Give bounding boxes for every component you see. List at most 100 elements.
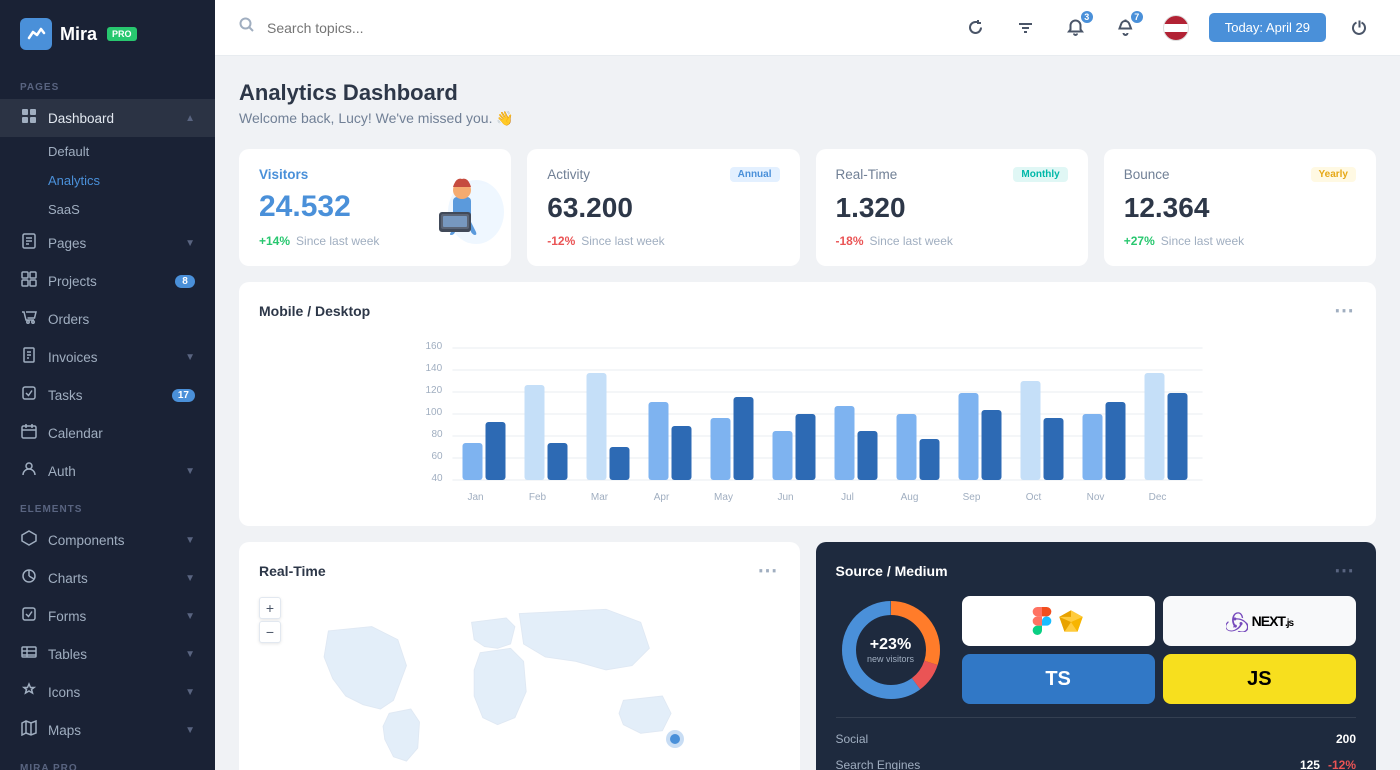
icons-label: Icons (48, 685, 175, 700)
activity-value: 63.200 (547, 192, 779, 224)
svg-text:80: 80 (432, 429, 444, 440)
social-value: 200 (1336, 732, 1356, 746)
tasks-icon (20, 385, 38, 405)
auth-chevron: ▼ (185, 466, 195, 477)
svg-text:140: 140 (426, 363, 443, 374)
sidebar-item-dashboard[interactable]: Dashboard ▲ (0, 99, 215, 137)
donut-percent: +23% (867, 636, 914, 654)
notifications-button[interactable]: 3 (1059, 11, 1093, 45)
source-menu-button[interactable]: ⋯ (1334, 558, 1356, 583)
pro-badge: PRO (107, 27, 137, 41)
realtime-since: Since last week (870, 234, 953, 248)
sidebar-item-calendar[interactable]: Calendar (0, 414, 215, 452)
power-button[interactable] (1342, 11, 1376, 45)
svg-text:Dec: Dec (1149, 492, 1167, 503)
bounce-badge: Yearly (1311, 167, 1356, 182)
source-row-social: Social 200 (836, 726, 1357, 752)
map-menu-button[interactable]: ⋯ (758, 558, 780, 583)
filter-button[interactable] (1009, 11, 1043, 45)
sidebar-item-projects[interactable]: Projects 8 (0, 262, 215, 300)
main-area: 3 7 Today: April 29 Analytics Dashboard … (215, 0, 1400, 770)
map-marker (670, 734, 680, 744)
activity-header: Activity Annual (547, 167, 779, 182)
activity-since: Since last week (581, 234, 664, 248)
calendar-icon (20, 423, 38, 443)
sidebar-item-forms[interactable]: Forms ▼ (0, 597, 215, 635)
nextjs-text: NEXT.js (1252, 613, 1293, 629)
logo-icon (20, 18, 52, 50)
sidebar-item-tables[interactable]: Tables ▼ (0, 635, 215, 673)
projects-badge: 8 (175, 275, 195, 288)
map-zoom-in[interactable]: + (259, 597, 281, 619)
search-icon (239, 17, 255, 38)
svg-text:60: 60 (432, 451, 444, 462)
map-zoom-out[interactable]: − (259, 621, 281, 643)
chat-badge: 3 (1079, 9, 1095, 25)
svg-text:Sep: Sep (963, 492, 981, 503)
tables-label: Tables (48, 647, 175, 662)
sidebar-item-charts[interactable]: Charts ▼ (0, 559, 215, 597)
bounce-card: Bounce Yearly 12.364 +27% Since last wee… (1104, 149, 1376, 266)
svg-text:Feb: Feb (529, 492, 547, 503)
topbar: 3 7 Today: April 29 (215, 0, 1400, 56)
bell-badge: 7 (1129, 9, 1145, 25)
bottom-row: Real-Time ⋯ + − (239, 542, 1376, 770)
sidebar-sub-default[interactable]: Default (0, 137, 215, 166)
components-chevron: ▼ (185, 535, 195, 546)
search-input[interactable] (267, 20, 947, 36)
source-title: Source / Medium (836, 563, 948, 579)
world-map-svg (259, 593, 780, 770)
chart-menu-button[interactable]: ⋯ (1334, 298, 1356, 323)
ts-text: TS (1045, 668, 1071, 691)
svg-text:Mar: Mar (591, 492, 609, 503)
visitors-card: Visitors 24.532 +14% Since last week (239, 149, 511, 266)
bounce-value: 12.364 (1124, 192, 1356, 224)
icons-icon (20, 682, 38, 702)
auth-label: Auth (48, 464, 175, 479)
charts-label: Charts (48, 571, 175, 586)
social-label: Social (836, 732, 869, 746)
sidebar: Mira PRO PAGES Dashboard ▲ Default Analy… (0, 0, 215, 770)
components-icon (20, 530, 38, 550)
mira-pro-section-label: MIRA PRO (0, 749, 215, 770)
sidebar-item-orders[interactable]: Orders (0, 300, 215, 338)
js-text: JS (1247, 668, 1271, 691)
sidebar-sub-analytics[interactable]: Analytics (0, 166, 215, 195)
figma-logo-card (962, 596, 1155, 646)
today-button[interactable]: Today: April 29 (1209, 13, 1326, 42)
forms-chevron: ▼ (185, 611, 195, 622)
typescript-card: TS (962, 654, 1155, 704)
sidebar-item-icons[interactable]: Icons ▼ (0, 673, 215, 711)
sidebar-item-tasks[interactable]: Tasks 17 (0, 376, 215, 414)
mobile-desktop-chart-card: Mobile / Desktop ⋯ 160 140 120 100 80 60… (239, 282, 1376, 526)
visitors-since: Since last week (296, 234, 379, 248)
realtime-header: Real-Time Monthly (836, 167, 1068, 182)
sidebar-item-pages[interactable]: Pages ▼ (0, 224, 215, 262)
mobile-desktop-svg: 160 140 120 100 80 60 40 (259, 335, 1356, 505)
svg-text:160: 160 (426, 341, 443, 352)
app-name: Mira (60, 24, 97, 45)
icons-chevron: ▼ (185, 687, 195, 698)
svg-text:May: May (714, 492, 733, 503)
orders-icon (20, 309, 38, 329)
bell-button[interactable]: 7 (1109, 11, 1143, 45)
refresh-button[interactable] (959, 11, 993, 45)
svg-text:Nov: Nov (1087, 492, 1105, 503)
sidebar-item-auth[interactable]: Auth ▼ (0, 452, 215, 490)
bounce-change: +27% Since last week (1124, 234, 1356, 248)
sidebar-sub-saas[interactable]: SaaS (0, 195, 215, 224)
redux-next-card: NEXT.js (1163, 596, 1356, 646)
bounce-label: Bounce (1124, 167, 1170, 182)
sidebar-item-invoices[interactable]: Invoices ▼ (0, 338, 215, 376)
topbar-actions: 3 7 Today: April 29 (959, 11, 1376, 45)
activity-label: Activity (547, 167, 590, 182)
dashboard-icon (20, 108, 38, 128)
svg-text:Jan: Jan (467, 492, 483, 503)
projects-icon (20, 271, 38, 291)
flag-button[interactable] (1159, 11, 1193, 45)
dashboard-label: Dashboard (48, 111, 175, 126)
activity-badge: Annual (730, 167, 780, 182)
sidebar-item-components[interactable]: Components ▼ (0, 521, 215, 559)
sidebar-item-maps[interactable]: Maps ▼ (0, 711, 215, 749)
calendar-label: Calendar (48, 426, 195, 441)
